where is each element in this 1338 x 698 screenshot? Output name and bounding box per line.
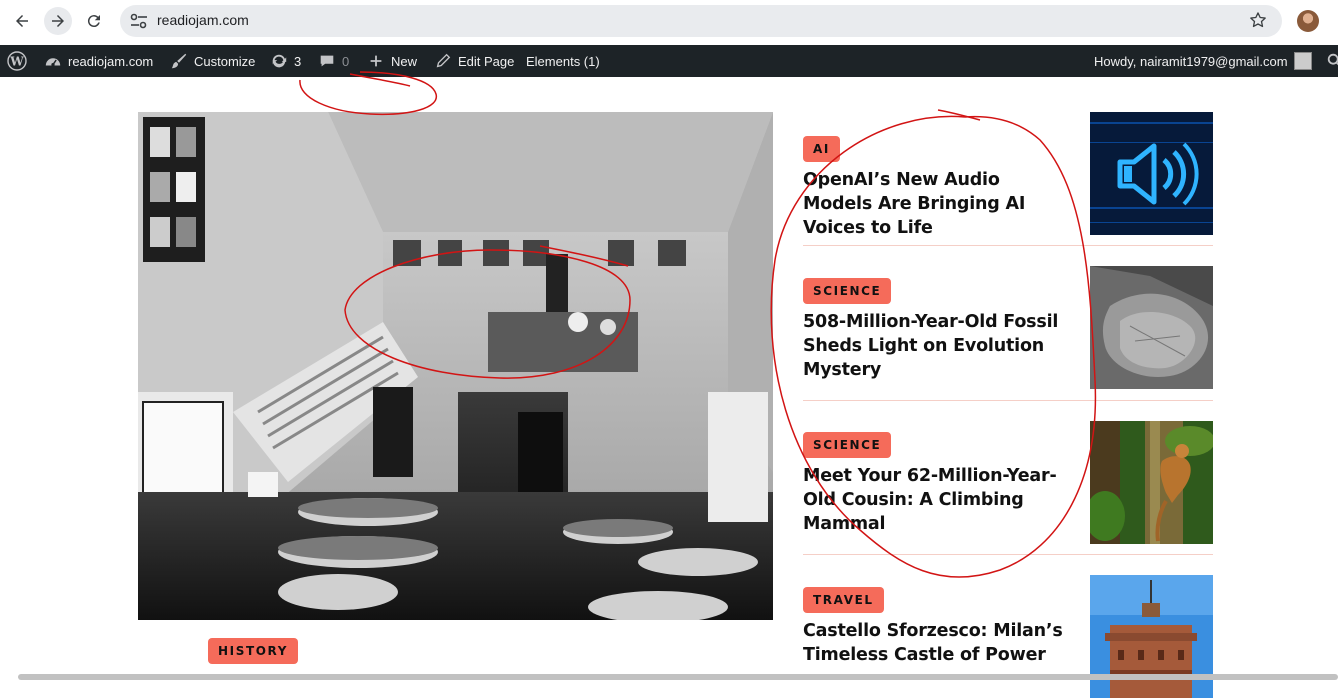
category-badge[interactable]: TRAVEL xyxy=(803,587,884,613)
forward-button[interactable] xyxy=(44,7,72,35)
divider xyxy=(803,554,1213,555)
elements-label: Elements (1) xyxy=(526,53,600,69)
pencil-icon xyxy=(436,53,451,68)
horizontal-scrollbar[interactable] xyxy=(18,674,1338,680)
featured-article-card[interactable]: HISTORY xyxy=(188,620,773,680)
updates-link[interactable]: 3 xyxy=(270,45,301,77)
reload-icon xyxy=(87,15,100,28)
new-content-menu[interactable]: New xyxy=(367,45,417,77)
comments-count: 0 xyxy=(342,53,350,69)
climbing-mammal-image xyxy=(1090,421,1213,544)
category-badge[interactable]: SCIENCE xyxy=(803,278,892,304)
category-badge[interactable]: AI xyxy=(803,136,840,162)
tune-icon[interactable] xyxy=(128,11,150,31)
category-badge[interactable]: HISTORY xyxy=(208,638,299,664)
comment-bubble-icon xyxy=(320,55,334,67)
star-icon[interactable] xyxy=(1248,10,1268,30)
forward-arrow-icon xyxy=(52,15,64,27)
url-text[interactable]: readiojam.com xyxy=(157,12,249,28)
audio-speaker-image xyxy=(1090,112,1213,235)
svg-text:W: W xyxy=(9,55,24,69)
fossil-image xyxy=(1090,266,1213,389)
search-icon xyxy=(1327,53,1338,66)
vintage-room-photo xyxy=(138,112,773,620)
address-bar[interactable]: readiojam.com xyxy=(120,5,1282,37)
article-thumbnail[interactable] xyxy=(1090,421,1213,544)
profile-avatar[interactable] xyxy=(1297,10,1319,32)
back-button[interactable] xyxy=(8,7,36,35)
divider xyxy=(803,400,1213,401)
customize-label: Customize xyxy=(194,53,256,69)
divider xyxy=(803,245,1213,246)
customize-link[interactable]: Customize xyxy=(170,45,255,77)
howdy-label: Howdy, nairamit1979@gmail.com xyxy=(1094,53,1288,69)
dashboard-icon xyxy=(45,58,61,67)
featured-article-image[interactable] xyxy=(138,112,773,620)
wordpress-icon: W xyxy=(7,51,27,71)
edit-page-link[interactable]: Edit Page xyxy=(434,45,514,77)
article-title[interactable]: 508-Million-Year-Old Fossil Sheds Light … xyxy=(803,310,1073,382)
edit-page-label: Edit Page xyxy=(458,53,515,69)
article-thumbnail[interactable] xyxy=(1090,112,1213,235)
search-toggle[interactable] xyxy=(1326,45,1338,77)
avatar xyxy=(1293,52,1312,70)
plus-icon xyxy=(370,55,382,67)
article-title[interactable]: Meet Your 62-Million-Year-Old Cousin: A … xyxy=(803,464,1073,536)
site-name-label: readiojam.com xyxy=(68,53,154,69)
annotation-tick-article-list xyxy=(937,109,981,121)
annotation-circle-comments xyxy=(299,71,437,116)
wp-logo-menu[interactable]: W xyxy=(7,45,27,77)
paintbrush-icon xyxy=(171,53,187,69)
new-label: New xyxy=(391,53,418,69)
article-thumbnail[interactable] xyxy=(1090,266,1213,389)
browser-toolbar: readiojam.com xyxy=(0,0,1338,44)
article-title[interactable]: Castello Sforzesco: Milan’s Timeless Cas… xyxy=(803,619,1073,667)
category-badge[interactable]: SCIENCE xyxy=(803,432,892,458)
elements-menu[interactable]: Elements (1) xyxy=(526,45,600,77)
back-arrow-icon xyxy=(16,15,28,27)
wp-admin-bar: W readiojam.com Customize 3 0 New Edit P… xyxy=(0,45,1338,77)
updates-icon xyxy=(272,54,287,68)
article-title[interactable]: OpenAI’s New Audio Models Are Bringing A… xyxy=(803,168,1073,240)
comments-link[interactable]: 0 xyxy=(318,45,349,77)
site-name-menu[interactable]: readiojam.com xyxy=(44,45,153,77)
updates-count: 3 xyxy=(294,53,302,69)
reload-button[interactable] xyxy=(80,7,108,35)
my-account-menu[interactable]: Howdy, nairamit1979@gmail.com xyxy=(1094,45,1312,77)
